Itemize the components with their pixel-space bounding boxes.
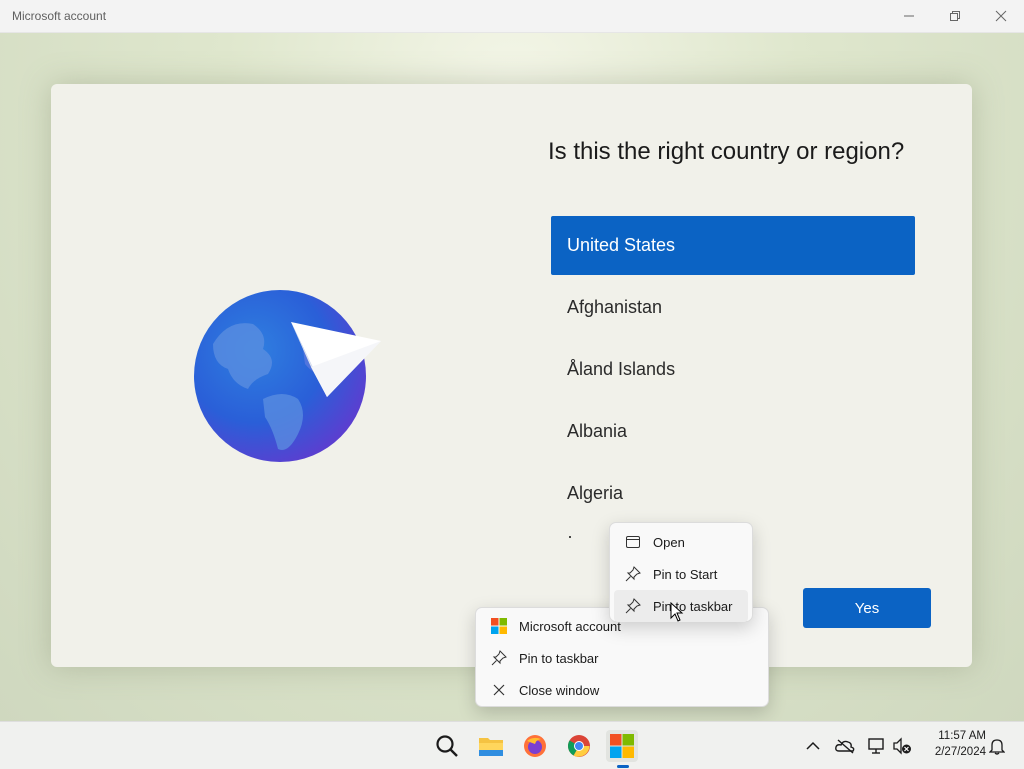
search-icon — [436, 735, 458, 757]
pin-icon — [624, 565, 642, 583]
chevron-up-icon — [806, 741, 820, 750]
firefox-icon — [524, 735, 546, 757]
taskbar-chrome[interactable] — [563, 730, 595, 762]
taskbar-context-menu: Microsoft account Pin to taskbar Close w… — [475, 607, 769, 707]
file-explorer-icon — [479, 738, 503, 756]
network-button[interactable] — [865, 734, 889, 758]
chrome-icon — [568, 735, 590, 757]
mouse-cursor-icon — [670, 602, 684, 622]
minimize-icon — [904, 15, 914, 17]
country-option-united-states[interactable]: United States — [551, 216, 915, 275]
globe-illustration — [193, 289, 383, 464]
menu-item-label: Microsoft account — [519, 618, 621, 634]
bell-icon — [989, 739, 1005, 755]
pin-icon — [490, 649, 508, 667]
onedrive-button[interactable] — [833, 734, 857, 758]
country-option-aland-islands[interactable]: Åland Islands — [551, 340, 915, 399]
menu-item-pin-to-start[interactable]: Pin to Start — [614, 558, 748, 590]
restore-button[interactable] — [932, 0, 978, 32]
menu-item-label: Close window — [519, 682, 600, 698]
menu-item-label: Pin to taskbar — [519, 650, 599, 666]
taskbar-firefox[interactable] — [519, 730, 551, 762]
taskbar-search-button[interactable] — [431, 730, 463, 762]
taskbar-file-explorer[interactable] — [475, 730, 507, 762]
menu-item-pin-to-taskbar[interactable]: Pin to taskbar — [480, 642, 764, 674]
taskbar: 11:57 AM 2/27/2024 — [0, 721, 1024, 769]
country-option-albania[interactable]: Albania — [551, 402, 915, 461]
window-title: Microsoft account — [12, 9, 107, 23]
close-icon — [490, 681, 508, 699]
volume-muted-icon — [893, 737, 911, 755]
clock[interactable]: 11:57 AM 2/27/2024 — [920, 728, 986, 760]
pin-icon — [624, 597, 642, 615]
taskbar-microsoft-account[interactable] — [606, 730, 638, 762]
close-icon — [995, 10, 1007, 22]
menu-item-label: Pin to taskbar — [653, 598, 733, 614]
country-list[interactable]: United States Afghanistan Åland Islands … — [551, 216, 915, 549]
volume-button[interactable] — [890, 734, 914, 758]
window-icon — [624, 533, 642, 551]
yes-button[interactable]: Yes — [803, 588, 931, 628]
window-titlebar: Microsoft account — [0, 0, 1024, 33]
menu-item-close-window[interactable]: Close window — [480, 674, 764, 706]
page-title: Is this the right country or region? — [548, 138, 905, 165]
clock-date: 2/27/2024 — [934, 746, 986, 758]
microsoft-account-icon — [610, 734, 634, 758]
country-option-algeria[interactable]: Algeria — [551, 464, 915, 523]
clock-time: 11:57 AM — [938, 730, 986, 742]
restore-icon — [950, 11, 960, 21]
close-window-button[interactable] — [978, 0, 1024, 32]
notifications-button[interactable] — [985, 734, 1009, 758]
show-hidden-icons-button[interactable] — [801, 734, 825, 758]
minimize-button[interactable] — [886, 0, 932, 32]
menu-item-label: Pin to Start — [653, 566, 718, 582]
menu-item-open[interactable]: Open — [614, 526, 748, 558]
microsoft-logo-icon — [490, 617, 508, 635]
country-option-afghanistan[interactable]: Afghanistan — [551, 278, 915, 337]
onedrive-icon — [835, 739, 855, 754]
menu-item-label: Open — [653, 534, 685, 550]
network-icon — [868, 738, 884, 754]
